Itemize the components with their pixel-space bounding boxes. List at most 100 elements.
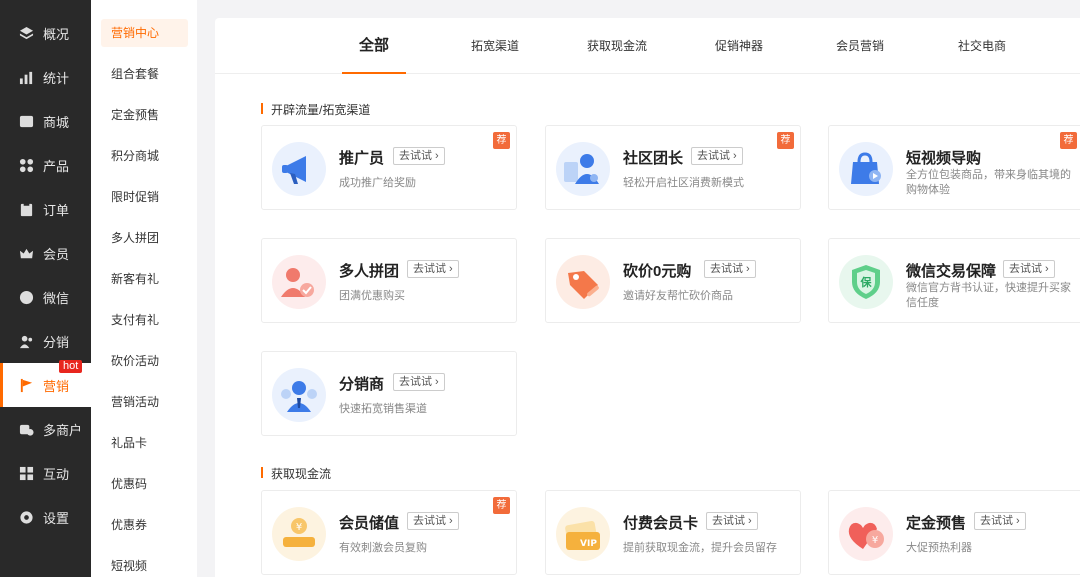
tab-cash-flow[interactable]: 获取现金流 [575, 18, 659, 74]
store-icon [18, 113, 34, 129]
shield-icon: 保 [839, 255, 893, 309]
try-button[interactable]: 去试试 › [1003, 260, 1055, 278]
sidebar-item-label: 互动 [43, 466, 70, 482]
try-button[interactable]: 去试试 › [706, 512, 758, 530]
svg-text:VIP: VIP [580, 539, 597, 549]
submenu-item[interactable]: 优惠券 [101, 511, 188, 539]
submenu-item[interactable]: 多人拼团 [101, 224, 188, 252]
card-title: 会员储值 [339, 515, 400, 532]
submenu-item[interactable]: 组合套餐 [101, 60, 188, 88]
tab-expand-channels[interactable]: 拓宽渠道 [455, 18, 535, 74]
card-title: 分销商 [339, 376, 385, 393]
sidebar-item-overview[interactable]: 概况 [0, 11, 91, 55]
card-description: 快速拓宽销售渠道 [339, 403, 427, 415]
sidebar-item-label: 微信 [43, 290, 70, 306]
submenu-item[interactable]: 优惠码 [101, 470, 188, 498]
sidebar-item-wechat[interactable]: 微信 [0, 275, 91, 319]
recommend-badge: 荐 [1060, 132, 1077, 149]
recommend-badge: 荐 [777, 132, 794, 149]
main-sidebar: 概况 统计 商城 产品 订单 会员 微信 分销 营销 多商户 互动 设置 [0, 0, 91, 577]
submenu-item[interactable]: 定金预售 [101, 101, 188, 129]
card-title: 砍价0元购 [623, 263, 692, 280]
tab-member-marketing[interactable]: 会员营销 [820, 18, 900, 74]
try-button[interactable]: 去试试 › [407, 512, 459, 530]
feature-card-community-leader[interactable]: 社区团长 去试试 › 轻松开启社区消费新模式 荐 [545, 125, 801, 210]
svg-text:保: 保 [860, 275, 873, 289]
sidebar-item-label: 营销 [43, 378, 70, 394]
marketing-submenu: 营销中心 组合套餐 定金预售 积分商城 限时促销 多人拼团 新客有礼 支付有礼 … [91, 0, 197, 577]
clipboard-icon [18, 201, 34, 217]
try-button[interactable]: 去试试 › [407, 260, 459, 278]
feature-card-distributor[interactable]: 分销商 去试试 › 快速拓宽销售渠道 [261, 351, 517, 436]
category-tabs: 全部 拓宽渠道 获取现金流 促销神器 会员营销 社交电商 [215, 18, 1080, 74]
card-description: 微信官方背书认证，快速提升买家信任度 [906, 282, 1071, 309]
sidebar-item-label: 分销 [43, 334, 70, 350]
try-button[interactable]: 去试试 › [704, 260, 756, 278]
hot-badge: hot [59, 360, 83, 373]
feature-card-bargain[interactable]: 砍价0元购 去试试 › 邀请好友帮忙砍价商品 [545, 238, 801, 323]
try-button[interactable]: 去试试 › [393, 373, 445, 391]
submenu-item[interactable]: 短视频 [101, 552, 188, 577]
card-description: 成功推广给奖励 [339, 177, 416, 189]
megaphone-icon [272, 142, 326, 196]
heart-yen-icon: ¥ [839, 507, 893, 561]
sidebar-item-label: 多商户 [43, 422, 83, 438]
card-title: 微信交易保障 [906, 263, 997, 280]
feature-card-wechat-guarantee[interactable]: 保 微信交易保障 去试试 › 微信官方背书认证，快速提升买家信任度 [828, 238, 1080, 323]
tab-all[interactable]: 全部 [342, 18, 406, 74]
sidebar-item-label: 会员 [43, 246, 70, 262]
submenu-item[interactable]: 营销活动 [101, 388, 188, 416]
distributor-icon [272, 368, 326, 422]
tab-social-ecommerce[interactable]: 社交电商 [942, 18, 1022, 74]
tab-promotion-tools[interactable]: 促销神器 [699, 18, 779, 74]
sidebar-item-orders[interactable]: 订单 [0, 187, 91, 231]
try-button[interactable]: 去试试 › [393, 147, 445, 165]
layers-icon [18, 25, 34, 41]
card-title: 推广员 [339, 150, 385, 167]
sidebar-item-label: 概况 [43, 26, 70, 42]
sidebar-item-distribution[interactable]: 分销 [0, 319, 91, 363]
submenu-item[interactable]: 限时促销 [101, 183, 188, 211]
try-button[interactable]: 去试试 › [974, 512, 1026, 530]
main-panel: 全部 拓宽渠道 获取现金流 促销神器 会员营销 社交电商 开辟流量/拓宽渠道 推… [215, 18, 1080, 577]
submenu-item-marketing-center[interactable]: 营销中心 [101, 19, 188, 47]
gear-icon [18, 509, 34, 525]
shop-plus-icon [18, 421, 34, 437]
submenu-item[interactable]: 新客有礼 [101, 265, 188, 293]
sidebar-item-label: 商城 [43, 114, 70, 130]
feature-card-member-deposit[interactable]: ¥ 会员储值 去试试 › 有效刺激会员复购 荐 [261, 490, 517, 575]
svg-text:¥: ¥ [872, 535, 878, 546]
sidebar-item-mall[interactable]: 商城 [0, 99, 91, 143]
vip-card-icon: VIP [556, 507, 610, 561]
sidebar-item-multi-merchant[interactable]: 多商户 [0, 407, 91, 451]
submenu-item[interactable]: 积分商城 [101, 142, 188, 170]
users-icon [18, 333, 34, 349]
feature-card-short-video[interactable]: 短视频导购 全方位包装商品，带来身临其境的购物体验 荐 [828, 125, 1080, 210]
submenu-item[interactable]: 支付有礼 [101, 306, 188, 334]
sidebar-item-products[interactable]: 产品 [0, 143, 91, 187]
sidebar-item-interaction[interactable]: 互动 [0, 451, 91, 495]
sidebar-item-settings[interactable]: 设置 [0, 495, 91, 539]
card-description: 轻松开启社区消费新模式 [623, 177, 744, 189]
card-title: 社区团长 [623, 150, 684, 167]
feature-card-group-buy[interactable]: 多人拼团 去试试 › 团满优惠购买 [261, 238, 517, 323]
section-title: 获取现金流 [261, 465, 331, 482]
feature-card-presale[interactable]: ¥ 定金预售 去试试 › 大促预热利器 [828, 490, 1080, 575]
try-button[interactable]: 去试试 › [691, 147, 743, 165]
feature-card-promoter[interactable]: 推广员 去试试 › 成功推广给奖励 荐 [261, 125, 517, 210]
card-description: 团满优惠购买 [339, 290, 405, 302]
card-title: 付费会员卡 [623, 515, 699, 532]
submenu-item[interactable]: 礼品卡 [101, 429, 188, 457]
community-leader-icon [556, 142, 610, 196]
card-description: 提前获取现金流，提升会员留存 [623, 542, 777, 554]
feature-card-paid-membership[interactable]: VIP 付费会员卡 去试试 › 提前获取现金流，提升会员留存 [545, 490, 801, 575]
group-buy-icon [272, 255, 326, 309]
svg-text:¥: ¥ [296, 522, 302, 533]
card-title: 短视频导购 [906, 150, 982, 167]
coin-icon: ¥ [272, 507, 326, 561]
sidebar-item-statistics[interactable]: 统计 [0, 55, 91, 99]
flag-icon [18, 377, 34, 393]
apps-icon [18, 465, 34, 481]
sidebar-item-members[interactable]: 会员 [0, 231, 91, 275]
submenu-item[interactable]: 砍价活动 [101, 347, 188, 375]
